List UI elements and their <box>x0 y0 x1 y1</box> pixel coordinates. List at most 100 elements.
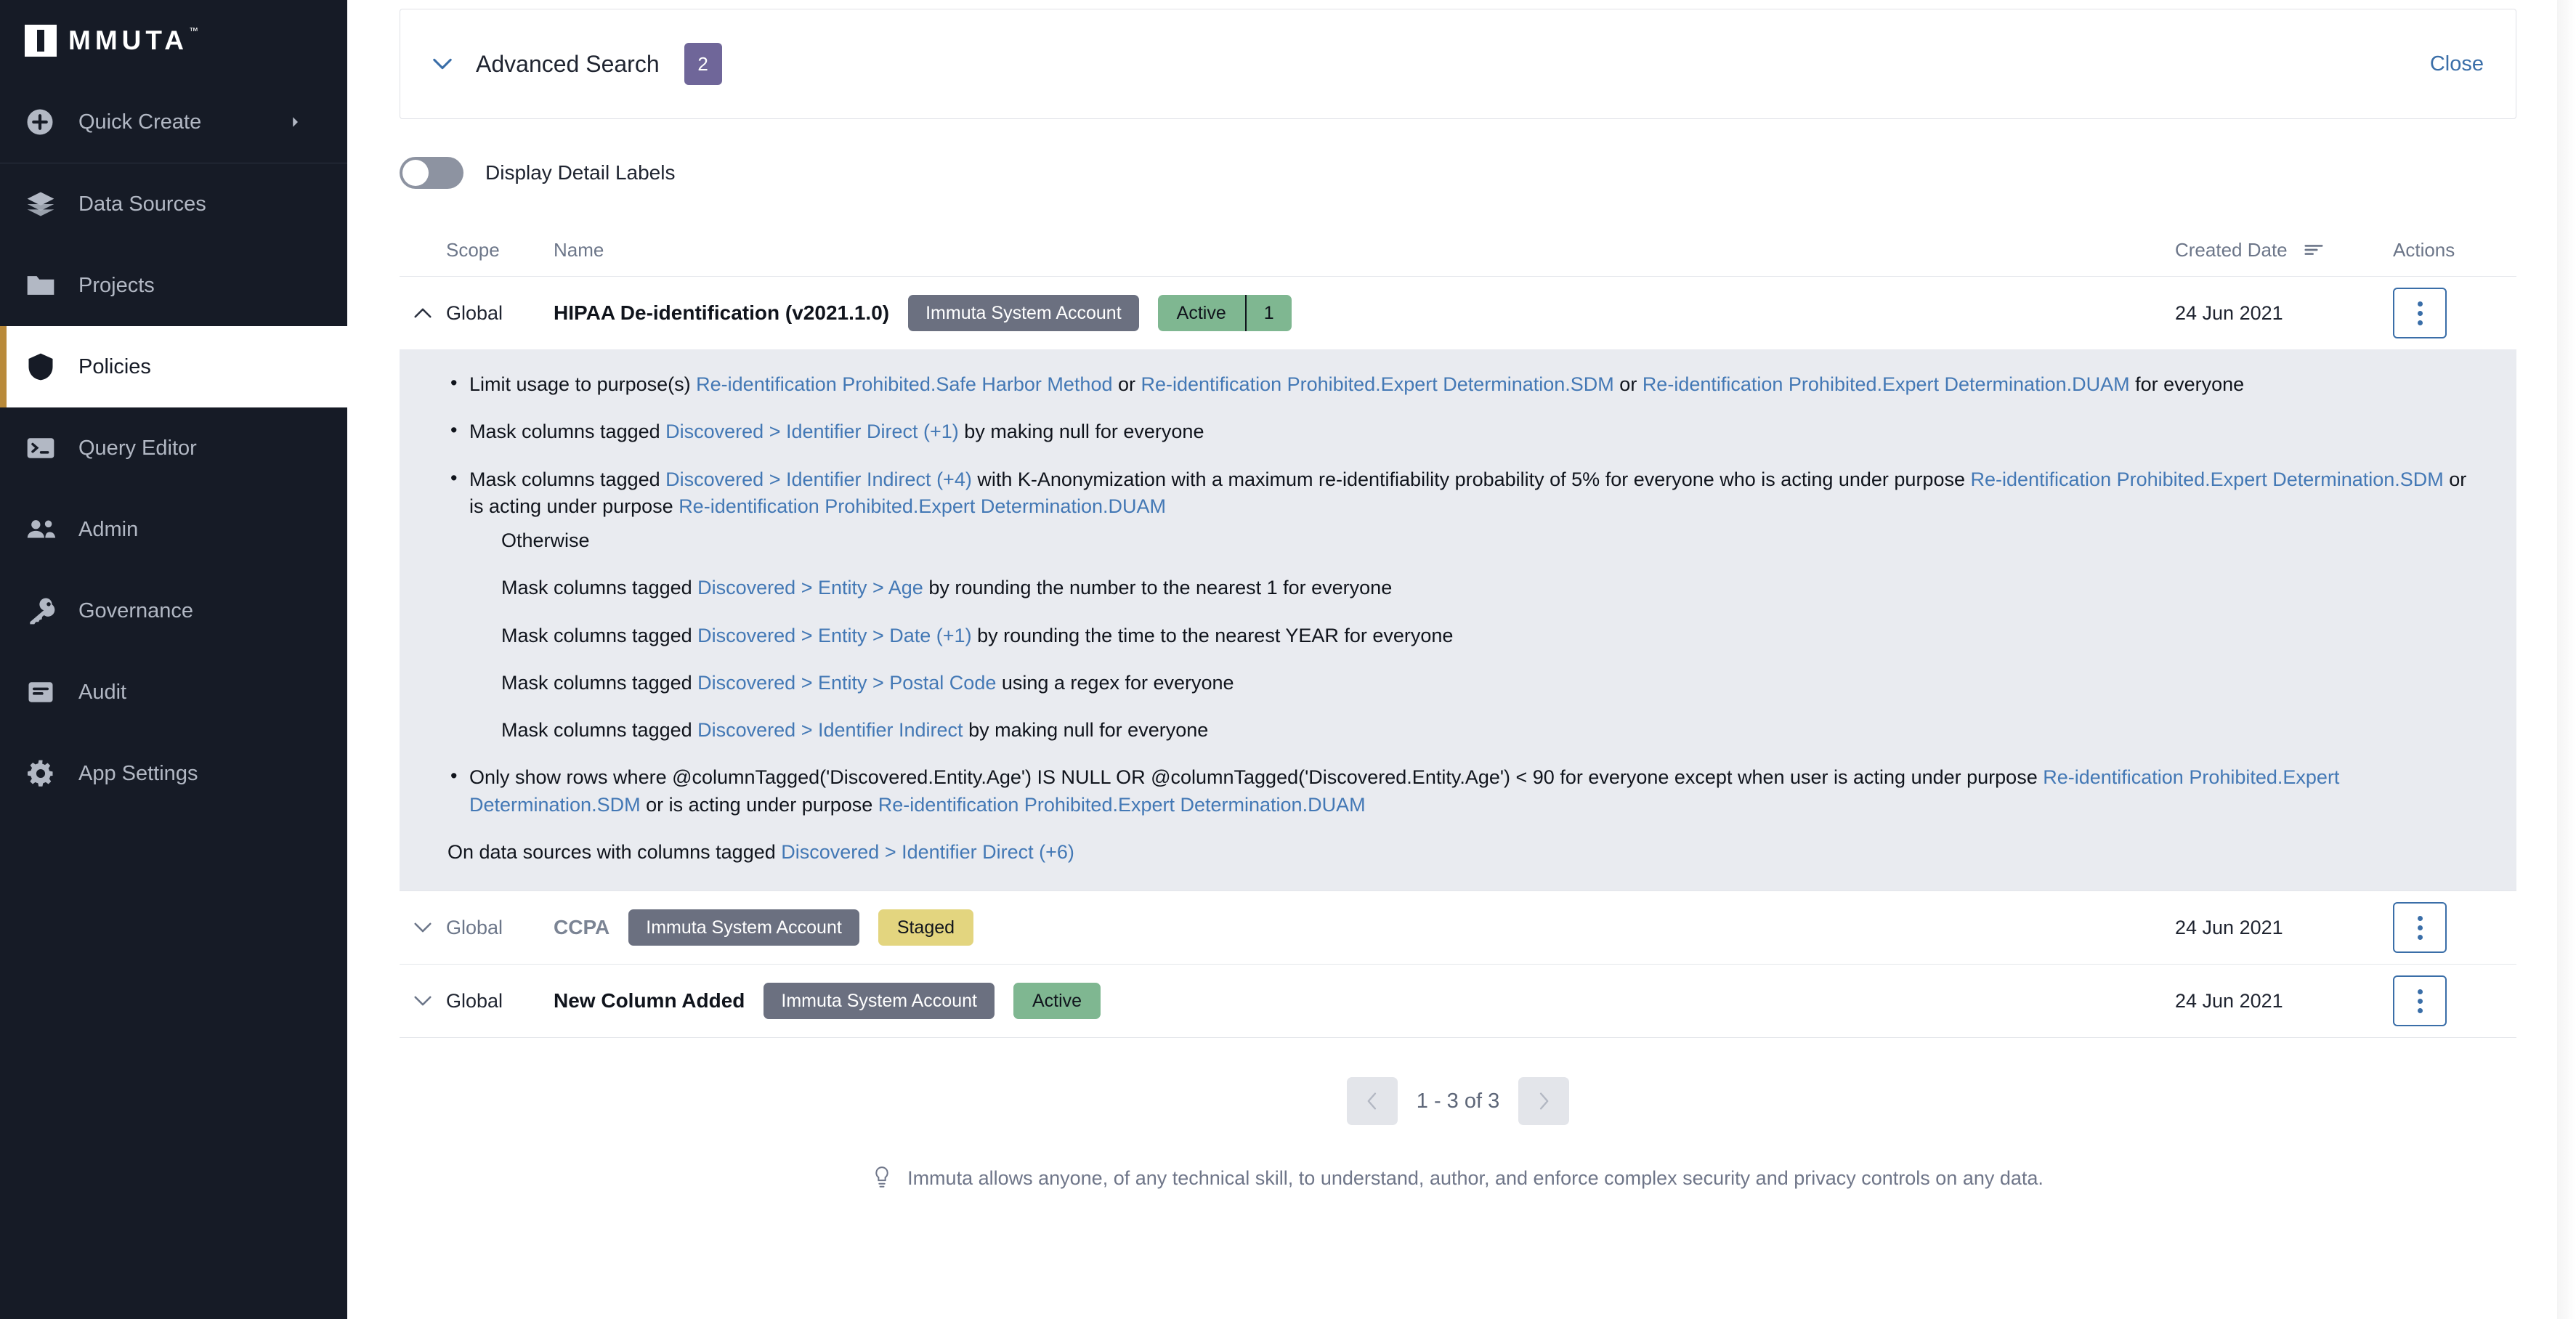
status-badge-count: 1 <box>1244 295 1292 331</box>
table-row[interactable]: Global HIPAA De-identification (v2021.1.… <box>400 277 2516 349</box>
sidebar-item-query-editor[interactable]: Query Editor <box>0 407 347 489</box>
kebab-menu-icon[interactable] <box>2393 902 2447 953</box>
kebab-menu-icon[interactable] <box>2393 975 2447 1026</box>
tag-link[interactable]: Discovered > Entity > Postal Code <box>697 672 996 694</box>
brand-logo[interactable]: MMUTA ™ <box>0 0 347 81</box>
tag-link[interactable]: Discovered > Identifier Indirect <box>697 719 963 741</box>
row-name: HIPAA De-identification (v2021.1.0) <box>554 301 890 324</box>
table-row[interactable]: Global New Column Added Immuta System Ac… <box>400 965 2516 1037</box>
shield-icon <box>25 351 62 383</box>
rule-text: or is acting under purpose <box>640 793 878 816</box>
row-name-cell: New Column Added Immuta System Account A… <box>554 983 2175 1019</box>
sidebar-item-projects[interactable]: Projects <box>0 245 347 326</box>
table-divider <box>400 1037 2516 1038</box>
row-scope: Global <box>446 989 503 1012</box>
display-detail-labels-toggle[interactable] <box>400 157 463 189</box>
tag-link[interactable]: Discovered > Identifier Indirect (+4) <box>665 468 972 490</box>
rule-text: by rounding the time to the nearest YEAR… <box>971 624 1454 646</box>
sidebar-item-data-sources[interactable]: Data Sources <box>0 163 347 245</box>
sidebar-item-app-settings[interactable]: App Settings <box>0 733 347 814</box>
terminal-icon <box>25 432 62 464</box>
advanced-search-title: Advanced Search <box>476 50 660 77</box>
gear-icon <box>25 758 62 790</box>
status-badge-label: Active <box>1032 990 1082 1011</box>
sidebar-item-admin[interactable]: Admin <box>0 489 347 570</box>
brand-name: MMUTA <box>68 25 188 55</box>
users-icon <box>25 513 62 546</box>
pagination-label: 1 - 3 of 3 <box>1416 1089 1500 1113</box>
display-detail-labels-label: Display Detail Labels <box>485 161 676 184</box>
otherwise-rule-identifier-indirect: Mask columns tagged Discovered > Identif… <box>501 717 2468 744</box>
sidebar-item-label: Query Editor <box>78 436 197 460</box>
sidebar-item-governance[interactable]: Governance <box>0 570 347 652</box>
chevron-left-icon[interactable] <box>1346 1077 1398 1125</box>
row-created-date: 24 Jun 2021 <box>2175 916 2283 938</box>
purpose-link[interactable]: Re-identification Prohibited.Expert Dete… <box>1970 468 2443 490</box>
otherwise-block: Otherwise Mask columns tagged Discovered… <box>501 527 2468 744</box>
close-button[interactable]: Close <box>2430 52 2484 76</box>
display-detail-labels-row: Display Detail Labels <box>400 157 2516 189</box>
column-header-created-date-label: Created Date <box>2175 238 2288 261</box>
page-content: Advanced Search 2 Close Display Detail L… <box>347 9 2576 1190</box>
column-header-name: Name <box>554 238 604 261</box>
rule-text: using a regex for everyone <box>996 671 1234 694</box>
app-root: MMUTA ™ Quick Create Data Sources Projec… <box>0 0 2576 1319</box>
rule-text: Mask columns tagged <box>501 671 698 694</box>
sidebar-item-label: Audit <box>78 680 127 704</box>
column-header-scope: Scope <box>446 238 500 261</box>
advanced-search-panel: Advanced Search 2 Close <box>400 9 2516 119</box>
otherwise-rule-age: Mask columns tagged Discovered > Entity … <box>501 575 2468 601</box>
row-account-pill: Immuta System Account <box>908 295 1139 331</box>
policies-table: Scope Name Created Date Actions Global H… <box>400 224 2516 1038</box>
status-badge: Active <box>1013 983 1101 1019</box>
key-icon <box>25 595 62 627</box>
row-actions <box>2393 975 2516 1026</box>
footer-tip: Immuta allows anyone, of any technical s… <box>400 1166 2516 1190</box>
status-badge: Active 1 <box>1157 295 1292 331</box>
footer-tip-text: Immuta allows anyone, of any technical s… <box>907 1166 2044 1189</box>
rule-text: for everyone <box>2129 373 2245 395</box>
column-header-created-date[interactable]: Created Date <box>2175 239 2393 261</box>
kebab-menu-icon[interactable] <box>2393 288 2447 338</box>
chevron-right-icon <box>289 110 302 134</box>
purpose-link[interactable]: Re-identification Prohibited.Expert Dete… <box>1643 373 2130 395</box>
purpose-link[interactable]: Re-identification Prohibited.Expert Dete… <box>1141 373 1614 395</box>
tag-link[interactable]: Discovered > Entity > Age <box>697 577 923 598</box>
main-area: Advanced Search 2 Close Display Detail L… <box>347 0 2576 1319</box>
sidebar-item-label: Projects <box>78 273 155 297</box>
purpose-link[interactable]: Re-identification Prohibited.Expert Dete… <box>878 794 1366 816</box>
rule-text: Mask columns tagged <box>501 624 698 646</box>
purpose-link[interactable]: Re-identification Prohibited.Expert Dete… <box>679 495 1166 517</box>
sort-descending-icon[interactable] <box>2304 243 2324 257</box>
sidebar-item-audit[interactable]: Audit <box>0 652 347 733</box>
rule-text: Mask columns tagged <box>501 577 698 599</box>
rule-text: by rounding the number to the nearest 1 … <box>923 577 1393 599</box>
sidebar-item-label: Governance <box>78 598 193 622</box>
rule-text: with K-Anonymization with a maximum re-i… <box>971 468 1971 490</box>
sidebar-item-label: Admin <box>78 517 139 541</box>
chevron-up-icon[interactable] <box>400 307 446 320</box>
chevron-down-icon[interactable] <box>400 994 446 1007</box>
row-scope: Global <box>446 916 503 938</box>
row-name-cell: HIPAA De-identification (v2021.1.0) Immu… <box>554 295 2175 331</box>
sidebar-item-label: App Settings <box>78 761 198 785</box>
tag-link[interactable]: Discovered > Entity > Date (+1) <box>697 625 971 646</box>
tag-link[interactable]: Discovered > Identifier Direct (+1) <box>665 421 959 442</box>
sidebar-item-quick-create[interactable]: Quick Create <box>0 81 347 163</box>
chevron-down-icon[interactable] <box>400 921 446 934</box>
table-row[interactable]: Global CCPA Immuta System Account Staged… <box>400 891 2516 964</box>
advanced-search-toggle[interactable]: Advanced Search 2 <box>432 43 722 85</box>
row-scope: Global <box>446 301 503 324</box>
policy-detail-panel: Limit usage to purpose(s) Re-identificat… <box>400 349 2516 890</box>
chevron-right-icon[interactable] <box>1518 1077 1570 1125</box>
tag-link[interactable]: Discovered > Identifier Direct (+6) <box>781 841 1074 863</box>
toggle-knob <box>402 160 429 186</box>
policy-rule-mask-identifier-direct: Mask columns tagged Discovered > Identif… <box>447 417 2468 445</box>
purpose-link[interactable]: Re-identification Prohibited.Safe Harbor… <box>696 373 1112 395</box>
rule-text: Mask columns tagged <box>469 468 666 490</box>
rule-text: On data sources with columns tagged <box>447 840 782 863</box>
row-account-pill: Immuta System Account <box>764 983 995 1019</box>
status-badge-label: Active <box>1176 302 1226 323</box>
sidebar-item-policies[interactable]: Policies <box>0 326 347 407</box>
row-created-date: 24 Jun 2021 <box>2175 989 2283 1012</box>
